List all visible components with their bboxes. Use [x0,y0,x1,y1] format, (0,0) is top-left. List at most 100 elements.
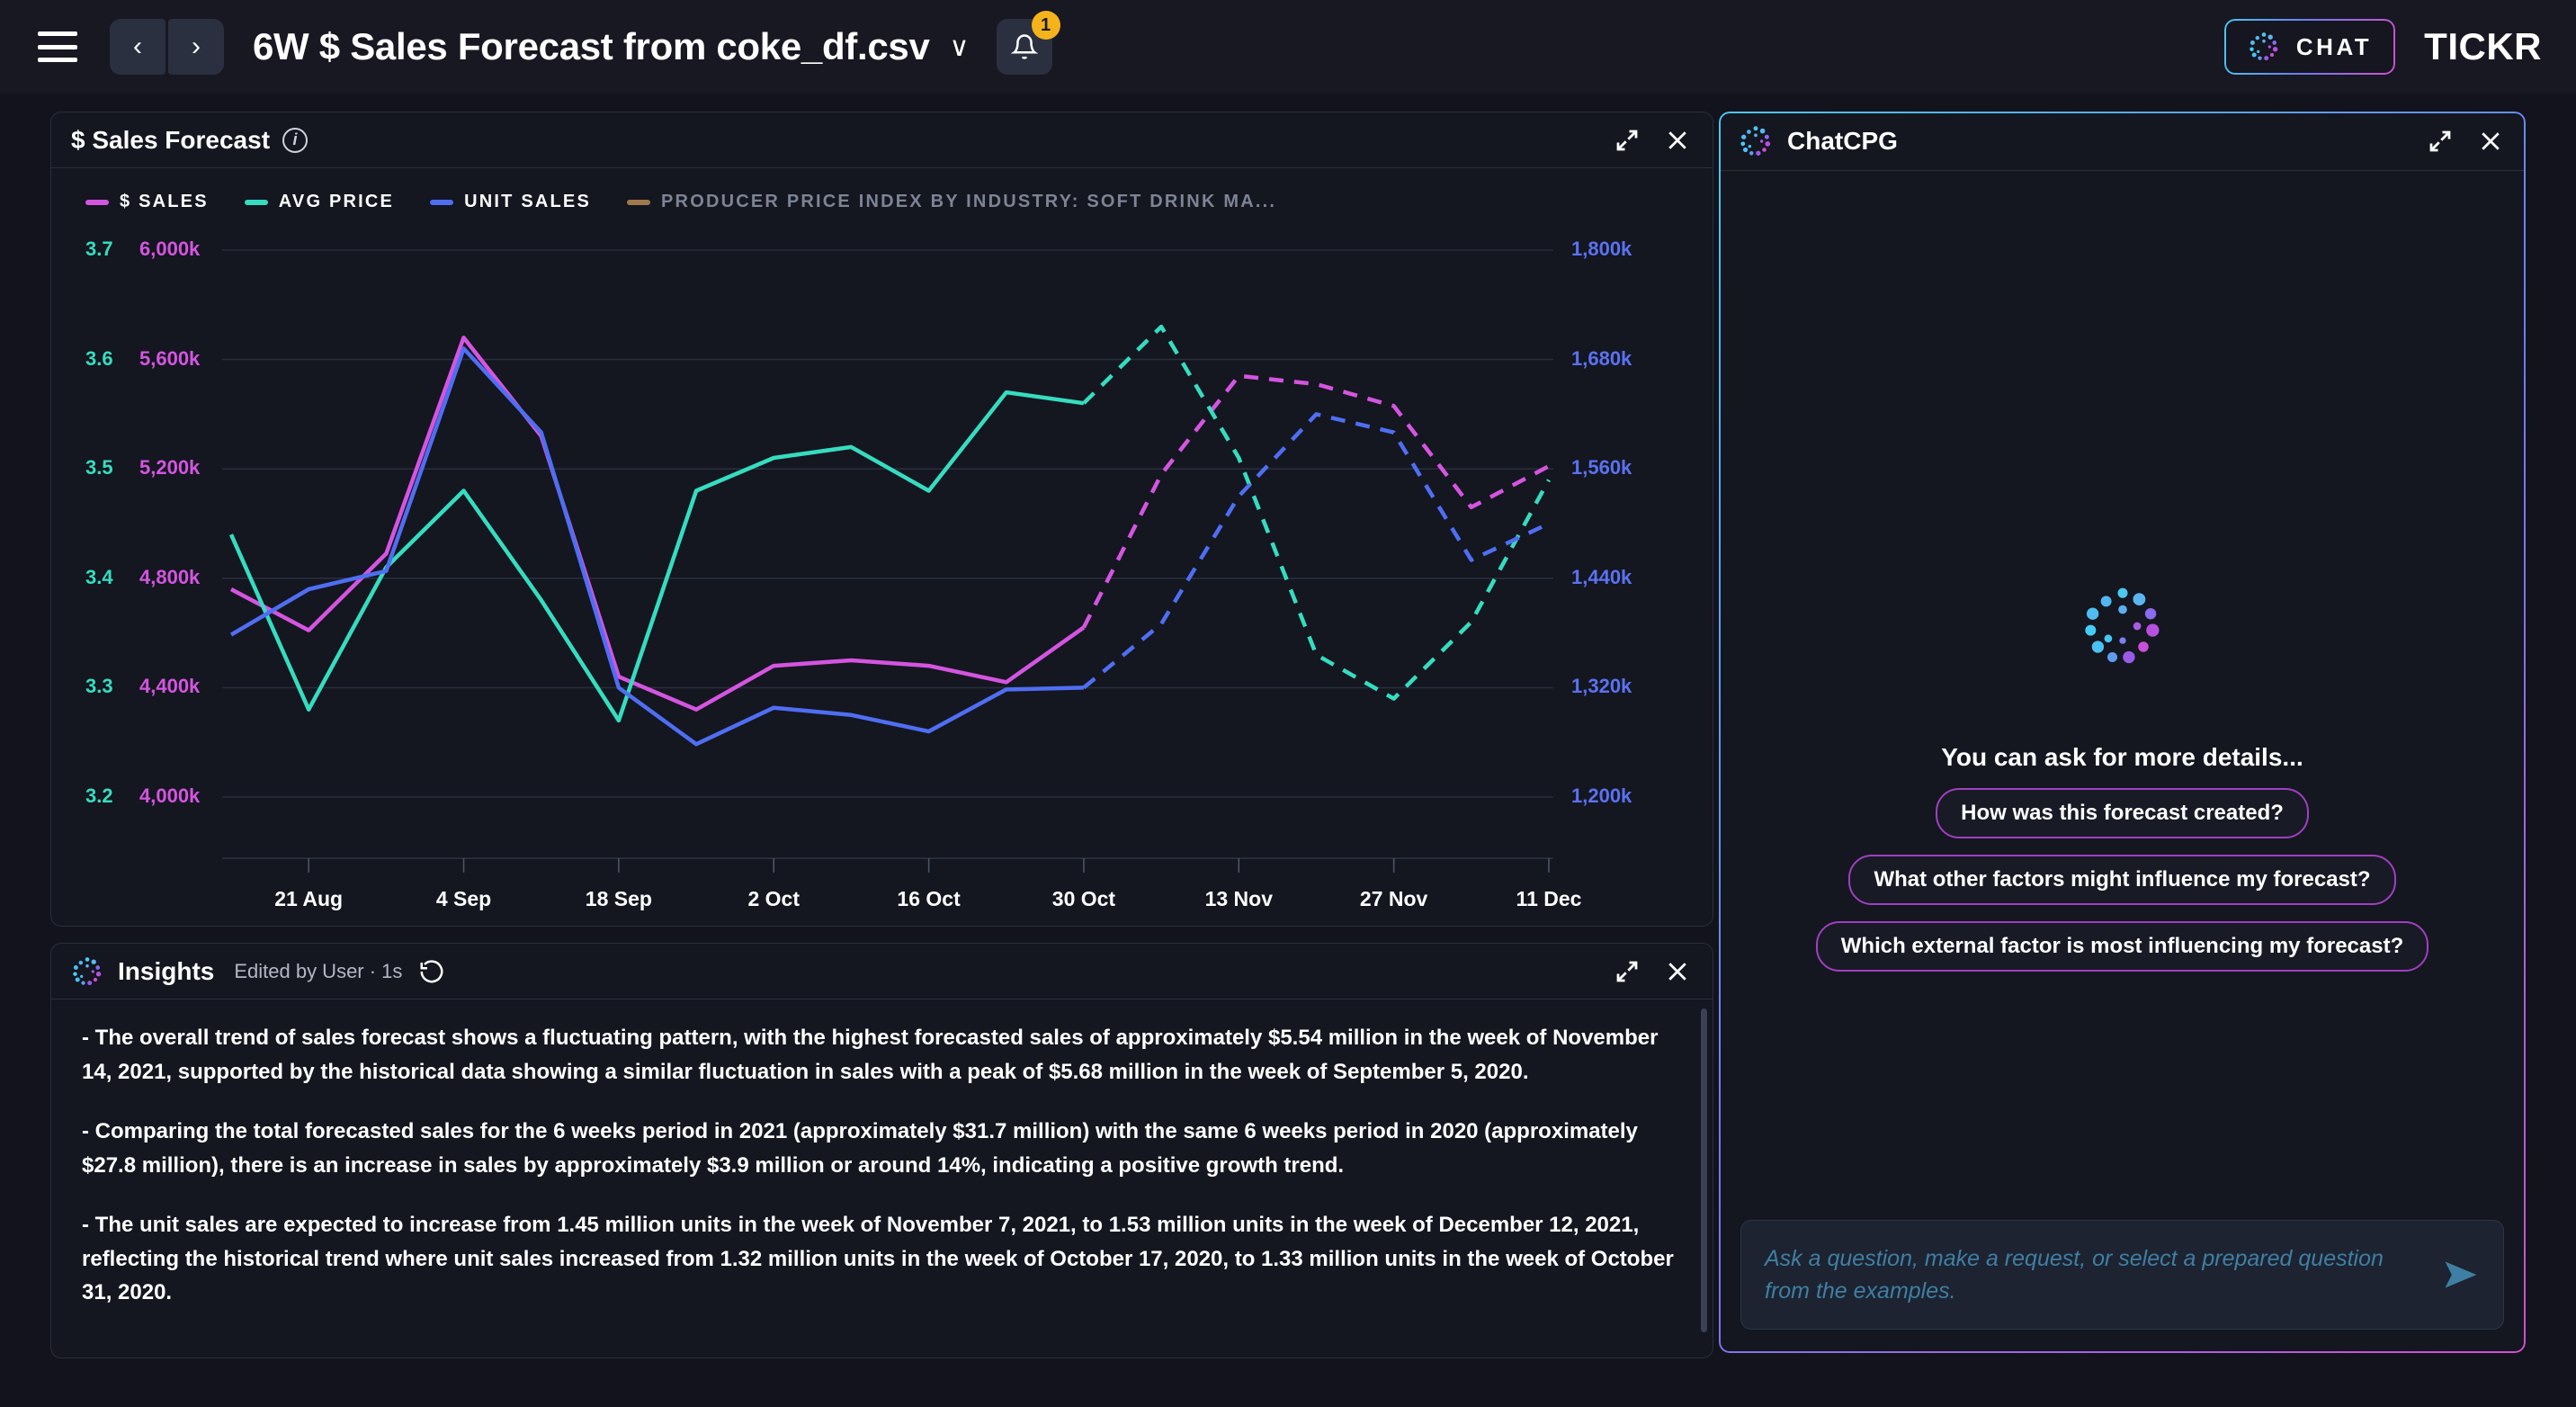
y-axis-tick-label: 1,560k [1571,456,1632,479]
chart-legend: $ SALES AVG PRICE UNIT SALES PRODUCER PR… [51,168,1713,212]
insights-scrollbar[interactable] [1701,1008,1707,1332]
sales-forecast-panel: $ Sales Forecast i $ SALES AVG PRICE UNI… [50,112,1713,927]
insights-meta: Edited by User · 1s [234,959,403,982]
expand-icon[interactable] [2427,128,2454,155]
x-axis-tick-label: 13 Nov [1204,887,1273,910]
legend-swatch-unit-sales [430,199,454,205]
legend-label-ppi: PRODUCER PRICE INDEX BY INDUSTRY: SOFT D… [661,192,1277,211]
insights-panel-header: Insights Edited by User · 1s [51,944,1713,999]
y-axis-tick-label: 3.6 [85,346,113,370]
y-axis-tick-label: 1,800k [1571,237,1632,260]
legend-swatch-sales [85,199,109,205]
x-axis-tick-label: 21 Aug [274,887,344,910]
x-axis-tick-label: 18 Sep [585,887,652,910]
chart-x-axis-ticks [308,858,1550,873]
chat-toggle-label: CHAT [2295,32,2373,60]
x-axis-tick-label: 11 Dec [1516,887,1582,910]
forward-button[interactable]: › [168,19,224,75]
chat-empty-state-text: You can ask for more details... [1941,743,2303,771]
legend-item-ppi[interactable]: PRODUCER PRICE INDEX BY INDUSTRY: SOFT D… [627,192,1276,212]
y-axis-tick-label: 4,400k [139,675,201,698]
x-axis-tick-label: 16 Oct [897,887,961,910]
revert-history-icon[interactable] [418,958,445,985]
top-bar: ‹ › 6W $ Sales Forecast from coke_df.csv… [0,0,2576,94]
close-icon[interactable] [2477,128,2504,155]
y-axis-tick-label: 6,000k [139,237,201,260]
brand-logo: TICKR [2424,25,2542,67]
suggestion-chip[interactable]: Which external factor is most influencin… [1815,921,2429,972]
insights-paragraph: - The unit sales are expected to increas… [82,1212,1674,1305]
y-axis-tick-label: 3.4 [85,565,113,588]
chatcpg-logo-icon [73,956,102,985]
y-axis-tick-label: 1,440k [1571,565,1632,588]
chart-line-unit-sales [229,346,1084,747]
x-axis-tick-label: 4 Sep [435,887,492,910]
expand-icon[interactable] [1614,958,1641,985]
chatcpg-logo-icon [1740,125,1771,156]
info-icon[interactable]: i [282,127,309,153]
send-icon[interactable] [2440,1255,2480,1295]
top-bar-right: CHAT TICKR [2223,19,2542,75]
chat-empty-state: You can ask for more details... How was … [1719,171,2526,972]
y-axis-tick-label: 1,680k [1571,346,1632,370]
chat-toggle-button[interactable]: CHAT [2223,19,2396,75]
close-icon[interactable] [1664,958,1691,985]
chatcpg-logo-icon [2084,587,2159,664]
y-axis-tick-label: 5,600k [139,346,201,370]
legend-label-unit-sales: UNIT SALES [464,192,592,211]
chat-header-actions [2427,128,2504,155]
y-axis-tick-label: 3.2 [85,784,113,807]
chart-panel-header: $ Sales Forecast i [51,112,1713,168]
legend-label-sales: $ SALES [120,192,209,211]
insights-header-actions [1614,958,1691,985]
suggestion-chip[interactable]: What other factors might influence my fo… [1848,855,2396,905]
y-axis-tick-label: 3.3 [85,675,113,698]
suggestion-chip[interactable]: How was this forecast created? [1936,788,2309,838]
chat-input-container[interactable]: Ask a question, make a request, or selec… [1740,1220,2504,1330]
y-axis-tick-label: 1,320k [1571,675,1632,698]
legend-swatch-avg-price [244,199,268,205]
legend-item-avg-price[interactable]: AVG PRICE [244,192,395,212]
back-button[interactable]: ‹ [110,19,165,75]
chart-plot-area: 3.7 3.6 3.5 3.4 3.3 3.2 6,000k 5,600k 5,200k 4,8… [51,212,1713,910]
y-axis-tick-label: 5,200k [139,456,201,479]
expand-icon[interactable] [1614,127,1641,154]
y-axis-tick-label: 3.5 [85,456,113,479]
hamburger-menu-icon[interactable] [38,31,77,62]
chart-series-layer [228,324,1551,747]
y-axis-tick-label: 4,800k [139,565,201,588]
insights-title: Insights [118,956,215,985]
chart-forecast-line-avg-price [1082,324,1551,701]
history-nav: ‹ › [110,19,224,75]
x-axis-tick-label: 2 Oct [747,887,800,910]
y-axis-tick-label: 3.7 [85,237,113,260]
y-axis-tick-label: 4,000k [139,784,201,807]
notifications-button[interactable]: 1 [996,11,1060,75]
chat-input-placeholder: Ask a question, make a request, or selec… [1765,1245,2384,1304]
chart-canvas [222,249,1553,873]
insights-text: - The overall trend of sales forecast sh… [51,999,1713,1310]
legend-swatch-ppi [627,199,651,205]
insights-paragraph: - Comparing the total forecasted sales f… [82,1118,1638,1178]
chart-line-sales [229,336,1086,712]
insights-paragraph: - The overall trend of sales forecast sh… [82,1026,1659,1084]
chat-panel-header: ChatCPG [1719,112,2526,171]
y-axis-tick-label: 1,200k [1571,784,1632,807]
close-icon[interactable] [1664,127,1691,154]
page-title: 6W $ Sales Forecast from coke_df.csv [253,25,930,67]
chatcpg-panel: ChatCPG You can ask for more details... … [1719,112,2526,1353]
chart-gridlines [222,249,1553,859]
chart-forecast-line-unit-sales [1082,412,1550,690]
chevron-down-icon[interactable]: ∨ [950,31,970,63]
chat-title: ChatCPG [1787,126,1898,155]
legend-item-unit-sales[interactable]: UNIT SALES [430,192,591,212]
legend-item-sales[interactable]: $ SALES [85,192,209,212]
notification-count-badge: 1 [1031,11,1060,40]
x-axis-tick-label: 27 Nov [1359,887,1428,910]
legend-label-avg-price: AVG PRICE [278,192,395,211]
x-axis-tick-label: 30 Oct [1051,887,1116,910]
chart-title: $ Sales Forecast [71,125,271,154]
bell-icon [1010,34,1038,59]
chart-header-actions [1614,127,1691,154]
chatcpg-logo-icon [2250,32,2278,61]
